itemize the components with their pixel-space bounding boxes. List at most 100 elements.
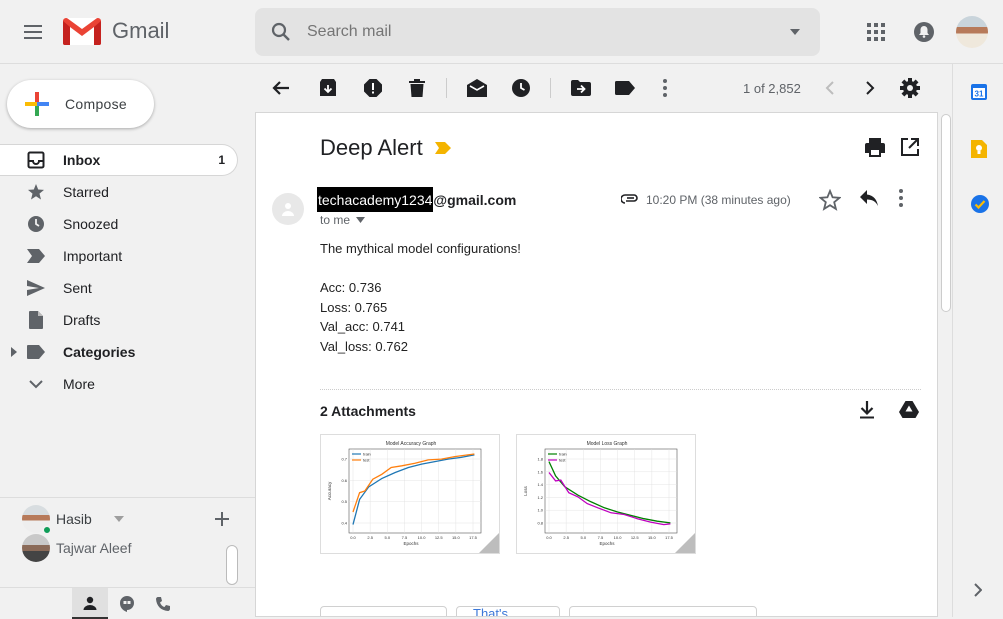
search-input[interactable] bbox=[307, 20, 747, 44]
sidebar-item-label: Sent bbox=[63, 280, 92, 296]
tab-conversations[interactable] bbox=[109, 588, 145, 619]
top-bar: Gmail bbox=[0, 0, 1003, 64]
reply-icon[interactable] bbox=[859, 189, 879, 207]
x-tick-label: 7.5 bbox=[402, 535, 408, 540]
y-tick-label: 1.8 bbox=[537, 457, 543, 462]
more-vert-icon[interactable] bbox=[899, 189, 903, 207]
notifications-icon[interactable] bbox=[912, 20, 936, 44]
sender-email[interactable]: techacademy1234 @gmail.com bbox=[317, 187, 516, 212]
attachments-divider bbox=[320, 389, 921, 390]
smart-reply-chip[interactable]: Good to hear! bbox=[320, 606, 447, 616]
compose-label: Compose bbox=[65, 96, 128, 112]
sender-domain: @gmail.com bbox=[433, 191, 517, 208]
compose-button[interactable]: Compose bbox=[7, 80, 154, 128]
dropdown-arrow-icon[interactable] bbox=[113, 516, 124, 522]
clock-icon bbox=[24, 215, 48, 233]
body-line: Loss: 0.765 bbox=[320, 299, 388, 315]
delete-button[interactable] bbox=[405, 76, 429, 100]
mark-unread-button[interactable] bbox=[465, 76, 489, 100]
move-to-button[interactable] bbox=[569, 76, 593, 100]
sidebar-item-inbox[interactable]: Inbox 1 bbox=[0, 144, 238, 176]
download-icon[interactable] bbox=[859, 401, 875, 419]
sidebar-item-label: Snoozed bbox=[63, 216, 119, 232]
report-spam-button[interactable] bbox=[361, 76, 385, 100]
gmail-logo[interactable]: Gmail bbox=[62, 16, 169, 46]
scrollbar-thumb[interactable] bbox=[941, 114, 951, 312]
add-icon[interactable] bbox=[214, 511, 230, 527]
x-tick-label: 17.5 bbox=[665, 535, 674, 540]
label-icon bbox=[24, 345, 48, 359]
print-icon[interactable] bbox=[864, 137, 886, 159]
attachment-icon bbox=[621, 194, 638, 204]
attachment-loss-graph[interactable]: Model Loss Graph 0.0 2.5 5.0 7.5 10.0 12.5 15.0… bbox=[516, 434, 696, 554]
sidebar-item-important[interactable]: Important bbox=[0, 240, 238, 272]
more-actions-button[interactable] bbox=[653, 76, 677, 100]
keep-icon[interactable] bbox=[971, 140, 987, 158]
recipients-text: to me bbox=[320, 213, 351, 227]
apps-grid-icon[interactable] bbox=[864, 20, 888, 44]
search-icon[interactable] bbox=[269, 20, 293, 44]
calendar-icon[interactable]: 31 bbox=[971, 84, 987, 100]
sidebar-item-more[interactable]: More bbox=[0, 368, 238, 400]
x-tick-label: 12.5 bbox=[631, 535, 640, 540]
person-icon bbox=[282, 203, 294, 216]
inbox-icon bbox=[24, 151, 48, 169]
sender-avatar[interactable] bbox=[272, 193, 304, 225]
recipients[interactable]: to me bbox=[320, 213, 366, 227]
sidebar-item-snoozed[interactable]: Snoozed bbox=[0, 208, 238, 240]
tab-contacts[interactable] bbox=[72, 588, 108, 619]
x-tick-label: 5.0 bbox=[581, 535, 587, 540]
page-curl bbox=[479, 533, 499, 553]
newer-button[interactable] bbox=[818, 76, 842, 100]
back-button[interactable] bbox=[269, 76, 293, 100]
star-outline-icon[interactable] bbox=[819, 189, 841, 211]
archive-button[interactable] bbox=[316, 76, 340, 100]
y-tick-label: 0.6 bbox=[341, 478, 347, 483]
save-to-drive-icon[interactable] bbox=[899, 401, 919, 418]
legend-label: test bbox=[559, 458, 566, 463]
sidebar-item-starred[interactable]: Starred bbox=[0, 176, 238, 208]
sender-redacted-name: techacademy1234 bbox=[317, 187, 434, 212]
chevron-right-icon[interactable] bbox=[974, 583, 982, 597]
x-tick-label: 17.5 bbox=[469, 535, 478, 540]
y-tick-label: 0.7 bbox=[341, 457, 347, 462]
inbox-unread-count: 1 bbox=[218, 153, 225, 167]
snooze-button[interactable] bbox=[509, 76, 533, 100]
main-menu-button[interactable] bbox=[14, 12, 54, 52]
hangouts-tabs bbox=[0, 587, 255, 619]
smart-reply-chip[interactable]: That's good. bbox=[456, 606, 560, 616]
chart-title: Model Accuracy Graph bbox=[386, 441, 437, 447]
y-tick-label: 0.4 bbox=[341, 521, 347, 526]
account-avatar[interactable] bbox=[956, 16, 988, 48]
sidebar-item-sent[interactable]: Sent bbox=[0, 272, 238, 304]
open-in-new-icon[interactable] bbox=[900, 137, 920, 157]
x-tick-label: 2.5 bbox=[367, 535, 373, 540]
details-dropdown-icon[interactable] bbox=[356, 217, 366, 223]
sidebar-item-label: Drafts bbox=[63, 312, 101, 328]
y-tick-label: 1.6 bbox=[537, 469, 543, 474]
contact-avatar bbox=[22, 534, 50, 562]
x-tick-label: 15.0 bbox=[648, 535, 657, 540]
hangouts-user[interactable]: Hasib bbox=[22, 505, 124, 535]
expand-arrow-icon[interactable] bbox=[10, 347, 18, 357]
search-options-icon[interactable] bbox=[788, 25, 802, 39]
sidebar-item-label: Categories bbox=[63, 344, 136, 360]
hangouts-contact[interactable]: Tajwar Aleef bbox=[22, 534, 131, 562]
y-tick-label: 0.8 bbox=[537, 521, 543, 526]
contacts-scrollbar[interactable] bbox=[226, 545, 238, 585]
tab-phone[interactable] bbox=[145, 588, 181, 619]
sidebar-item-categories[interactable]: Categories bbox=[0, 336, 238, 368]
sidebar-item-drafts[interactable]: Drafts bbox=[0, 304, 238, 336]
smart-reply-chip[interactable]: That's all that matters. bbox=[569, 606, 757, 616]
mark-unread-icon bbox=[467, 79, 487, 97]
tasks-icon[interactable] bbox=[971, 195, 989, 213]
hangouts-avatar bbox=[22, 505, 52, 535]
settings-button[interactable] bbox=[898, 76, 922, 100]
older-button[interactable] bbox=[858, 76, 882, 100]
labels-button[interactable] bbox=[613, 76, 637, 100]
attachment-accuracy-graph[interactable]: Model Accuracy Graph 0.0 2.5 5.0 7.5 10.0 12.5… bbox=[320, 434, 500, 554]
body-line: Acc: 0.736 bbox=[320, 280, 382, 295]
important-marker-icon[interactable] bbox=[434, 142, 451, 154]
x-tick-label: 2.5 bbox=[563, 535, 569, 540]
message-scrollbar[interactable] bbox=[938, 112, 952, 617]
